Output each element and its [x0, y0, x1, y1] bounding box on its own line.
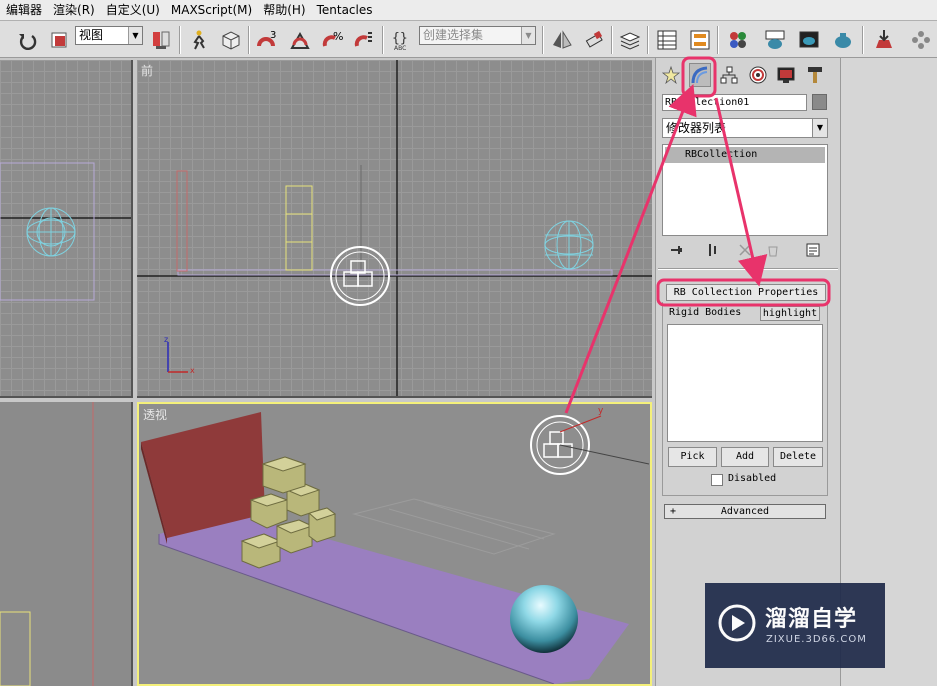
app-window: 编辑器 渲染(R) 自定义(U) MAXScript(M) 帮助(H) Tent…	[0, 0, 937, 686]
panel-divider	[658, 268, 838, 270]
menu-help[interactable]: 帮助(H)	[261, 0, 314, 21]
snap-3-icon[interactable]: 3	[254, 27, 280, 53]
display-tab-icon[interactable]	[775, 63, 797, 87]
menu-tentacles[interactable]: Tentacles	[315, 0, 382, 21]
toolbar-separator	[382, 26, 384, 54]
pick-button[interactable]: Pick	[668, 447, 717, 467]
move-icon[interactable]	[186, 27, 212, 53]
modifier-list-value: 修改器列表	[666, 121, 727, 135]
viewport-left[interactable]	[0, 402, 133, 686]
curve-editor-icon[interactable]	[654, 27, 680, 53]
menu-maxscript[interactable]: MAXScript(M)	[169, 0, 261, 21]
object-name-field[interactable]: RBCollection01	[662, 94, 807, 111]
object-icon[interactable]	[218, 27, 244, 53]
delete-button[interactable]: Delete	[773, 447, 823, 467]
hierarchy-tab-icon[interactable]	[718, 63, 740, 87]
quick-render-icon[interactable]	[830, 27, 856, 53]
watermark-subtitle: ZIXUE.3D66.COM	[766, 634, 867, 645]
stack-tools	[662, 240, 828, 260]
selection-set-placeholder: 创建选择集	[423, 28, 484, 42]
render-setup-icon[interactable]	[762, 27, 788, 53]
selection-set-combo[interactable]: 创建选择集 ▼	[419, 26, 536, 45]
percent-snap-icon[interactable]: %	[320, 27, 346, 53]
reactor-icon[interactable]	[871, 27, 897, 53]
axis-z-label: z	[164, 335, 169, 344]
disabled-checkbox[interactable]	[711, 474, 723, 486]
modifier-stack[interactable]: RBCollection	[662, 144, 828, 236]
highlight-button[interactable]: highlight	[760, 306, 820, 321]
modify-tab-icon[interactable]	[689, 63, 711, 87]
rigid-bodies-list[interactable]	[667, 324, 823, 442]
particle-icon[interactable]	[908, 27, 934, 53]
axis-x-label: x	[190, 366, 195, 375]
command-panel-tabs	[656, 58, 841, 90]
toolbar-separator	[248, 26, 250, 54]
view-combo[interactable]: 视图 ▼	[75, 26, 143, 45]
play-logo-icon	[718, 604, 756, 642]
show-end-result-icon[interactable]	[702, 240, 724, 260]
toolbar-separator	[542, 26, 544, 54]
make-unique-icon[interactable]	[734, 240, 756, 260]
svg-text:%: %	[333, 30, 343, 43]
schematic-icon[interactable]	[687, 27, 713, 53]
select-link-icon[interactable]	[148, 27, 174, 53]
rb-collection-properties-rollout[interactable]: RB Collection Properties	[666, 284, 826, 301]
render-frame-icon[interactable]	[796, 27, 822, 53]
viewport-front[interactable]: 前 z x	[137, 60, 652, 398]
svg-text:ABC: ABC	[394, 45, 406, 52]
align-icon[interactable]	[581, 27, 607, 53]
stack-item-rbcollection[interactable]: RBCollection	[665, 147, 825, 163]
expand-plus-icon: +	[670, 506, 677, 517]
named-sets-icon[interactable]: {} ABC	[389, 27, 415, 53]
viewport-perspective-scene	[141, 412, 650, 684]
viewport-top[interactable]	[0, 60, 133, 398]
viewport-front-scene	[137, 60, 652, 396]
select-icon[interactable]	[46, 27, 72, 53]
angle-snap-icon[interactable]	[287, 27, 313, 53]
chevron-down-icon: ▼	[521, 27, 535, 44]
layers-icon[interactable]	[617, 27, 643, 53]
chevron-down-icon: ▼	[128, 27, 142, 44]
viewport-top-scene	[0, 162, 131, 301]
advanced-rollout[interactable]: + Advanced	[664, 504, 826, 519]
toolbar-separator	[647, 26, 649, 54]
watermark: 溜溜自学 ZIXUE.3D66.COM	[705, 583, 885, 668]
toolbar-separator	[862, 26, 864, 54]
toolbar-separator	[717, 26, 719, 54]
create-tab-icon[interactable]	[660, 63, 682, 87]
motion-tab-icon[interactable]	[747, 63, 769, 87]
undo-icon[interactable]	[14, 27, 40, 53]
object-color-swatch[interactable]	[812, 94, 827, 110]
viewport-perspective[interactable]: 透视 y	[137, 402, 652, 686]
view-combo-value: 视图	[79, 28, 104, 42]
rigid-bodies-label: Rigid Bodies	[669, 307, 742, 318]
spinner-snap-icon[interactable]	[352, 27, 378, 53]
menu-render[interactable]: 渲染(R)	[51, 0, 104, 21]
modifier-list-dropdown[interactable]: 修改器列表 ▼	[662, 118, 828, 138]
toolbar-separator	[179, 26, 181, 54]
menu-customize[interactable]: 自定义(U)	[104, 0, 169, 21]
disabled-label: Disabled	[728, 473, 777, 484]
pin-stack-icon[interactable]	[666, 240, 688, 260]
axis-y-label: y	[598, 406, 604, 416]
utilities-tab-icon[interactable]	[804, 63, 826, 87]
svg-text:3: 3	[270, 30, 276, 41]
menu-bar: 编辑器 渲染(R) 自定义(U) MAXScript(M) 帮助(H) Tent…	[0, 0, 937, 21]
watermark-title: 溜溜自学	[765, 607, 858, 632]
remove-modifier-icon[interactable]	[762, 240, 784, 260]
material-editor-icon[interactable]	[725, 27, 751, 53]
svg-text:{}: {}	[392, 31, 408, 46]
advanced-label: Advanced	[720, 506, 770, 517]
main-toolbar: 视图 ▼ 3 % {} ABC 创建选择集 ▼	[0, 21, 937, 58]
toolbar-separator	[611, 26, 613, 54]
chevron-down-icon: ▼	[812, 119, 827, 137]
add-button[interactable]: Add	[721, 447, 769, 467]
viewport-left-scene	[0, 402, 94, 686]
configure-sets-icon[interactable]	[802, 240, 824, 260]
menu-editor[interactable]: 编辑器	[4, 0, 51, 21]
mirror-icon[interactable]	[549, 27, 575, 53]
